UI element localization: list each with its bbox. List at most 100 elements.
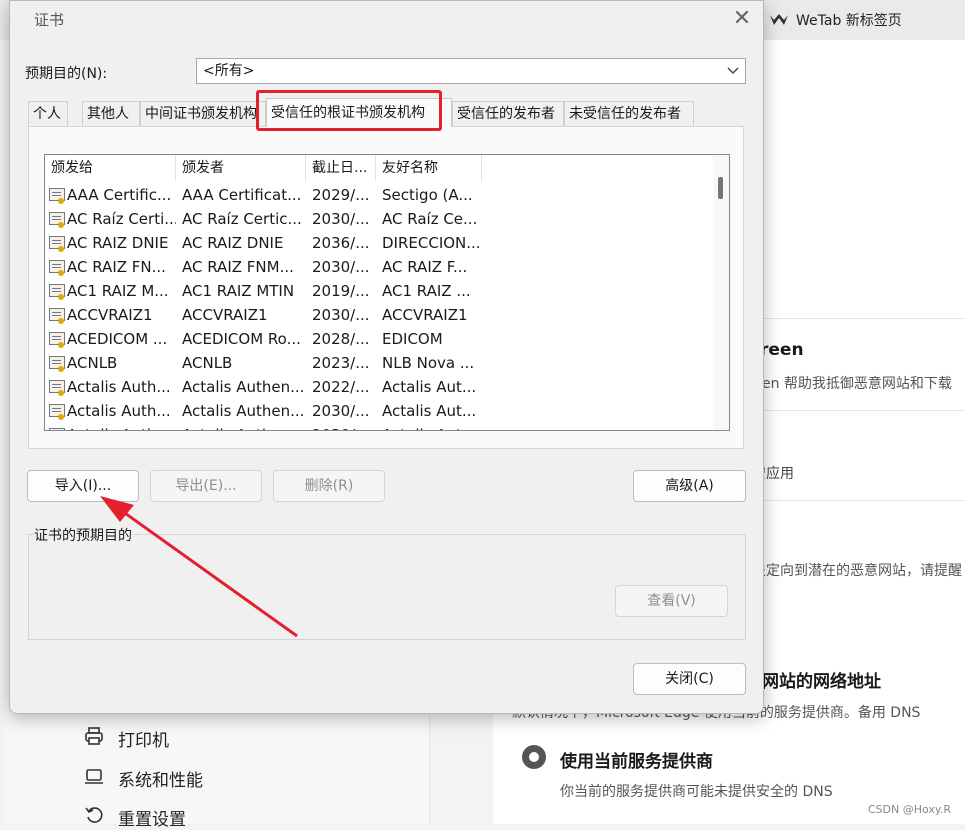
cell-expiration: 2030/...	[312, 306, 370, 324]
setting-heading-partial: reen	[760, 340, 804, 360]
sidebar-item-printers[interactable]: 打印机	[84, 726, 169, 751]
cell-friendly-name: Actalis Aut...	[382, 402, 477, 420]
tab-other-people[interactable]: 其他人	[82, 101, 140, 126]
cell-issued-to: AC1 RAIZ M...	[67, 282, 169, 300]
close-icon[interactable]: ✕	[730, 7, 754, 31]
cell-expiration: 2036/...	[312, 234, 370, 252]
chevron-down-icon	[727, 59, 739, 91]
cell-friendly-name: ACCVRAIZ1	[382, 306, 468, 324]
laptop-icon	[84, 766, 104, 791]
sidebar-item-reset[interactable]: 重置设置	[84, 805, 186, 830]
cell-issued-to: AC RAIZ DNIE	[67, 234, 169, 252]
printer-icon	[84, 726, 104, 751]
cell-issued-by: AC RAIZ FNM...	[182, 258, 294, 276]
cell-issued-by: ACEDICOM Ro...	[182, 330, 301, 348]
table-row[interactable]: ACEDICOM ... ACEDICOM Ro... 2028/... EDI…	[45, 327, 715, 351]
cell-issued-to: Actalis Auth...	[45, 423, 176, 430]
cell-issued-by: ACCVRAIZ1	[182, 306, 268, 324]
cell-expiration: 2030/...	[312, 258, 370, 276]
purpose-label: 预期目的(N):	[25, 66, 108, 82]
sidebar-item-label: 系统和性能	[118, 771, 203, 791]
cell-expiration: 2029/...	[312, 186, 370, 204]
cell-expiration: 2030/...	[312, 402, 370, 420]
table-row[interactable]: AC RAIZ DNIE AC RAIZ DNIE 2036/... DIREC…	[45, 231, 715, 255]
watermark: CSDN @Hoxy.R	[867, 803, 951, 816]
wetab-logo-icon	[770, 14, 788, 26]
tab-trusted-publishers[interactable]: 受信任的发布者	[452, 101, 564, 126]
column-header-issued-by[interactable]: 颁发者	[176, 155, 306, 181]
remove-button[interactable]: 删除(R)	[273, 470, 385, 502]
column-header-friendly-name[interactable]: 友好名称	[376, 155, 482, 181]
list-scrollbar[interactable]	[713, 155, 729, 430]
table-row[interactable]: AAA Certific... AAA Certificat... 2029/.…	[45, 183, 715, 207]
setting-desc-partial: en 帮助我抵御恶意网站和下载	[762, 376, 952, 392]
table-row[interactable]: ACNLB ACNLB 2023/... NLB Nova ...	[45, 351, 715, 375]
cell-friendly-name: EDICOM	[382, 330, 443, 348]
purpose-group-label: 证书的预期目的	[34, 525, 134, 545]
cell-friendly-name: NLB Nova ...	[382, 354, 475, 372]
cell-issued-to: ACCVRAIZ1	[67, 306, 153, 324]
advanced-button[interactable]: 高级(A)	[633, 470, 746, 502]
close-button[interactable]: 关闭(C)	[633, 663, 746, 695]
cell-issued-by: ACNLB	[182, 354, 233, 372]
tab-trusted-root-ca[interactable]: 受信任的根证书颁发机构	[266, 98, 452, 127]
table-row[interactable]: Actalis Auth... Actalis Authen... 2030/.…	[45, 423, 715, 430]
table-row[interactable]: ACCVRAIZ1 ACCVRAIZ1 2030/... ACCVRAIZ1	[45, 303, 715, 327]
scrollbar-thumb[interactable]	[718, 177, 723, 199]
cell-friendly-name: Actalis Aut...	[382, 378, 477, 396]
setting-desc-partial: 关定向到潜在的恶意网站，请提醒	[752, 563, 962, 579]
table-row[interactable]: Actalis Auth... Actalis Authen... 2022/.…	[45, 375, 715, 399]
address-bar[interactable]	[740, 40, 965, 83]
cell-issued-by: AC RAIZ DNIE	[182, 234, 284, 252]
cell-friendly-name: DIRECCION...	[382, 234, 481, 252]
table-row[interactable]: AC1 RAIZ M... AC1 RAIZ MTIN 2019/... AC1…	[45, 279, 715, 303]
certificates-dialog: 证书 ✕ 预期目的(N): <所有> 个人 其他人 中间证书颁发机构 受信任的根…	[9, 0, 764, 714]
divider	[740, 500, 965, 501]
cell-expiration: 2023/...	[312, 354, 370, 372]
export-button[interactable]: 导出(E)...	[150, 470, 262, 502]
browser-tab[interactable]: WeTab 新标签页	[770, 10, 902, 30]
cell-expiration: 2028/...	[312, 330, 370, 348]
cell-issued-by: AC Raíz Certic...	[182, 210, 302, 228]
cell-issued-by: AAA Certificat...	[182, 186, 302, 204]
sidebar-item-system[interactable]: 系统和性能	[84, 766, 203, 791]
cell-expiration: 2030/...	[306, 423, 376, 430]
cell-friendly-name: Sectigo (A...	[382, 186, 473, 204]
column-header-expiration[interactable]: 截止日...	[306, 155, 376, 181]
cell-issued-to: ACEDICOM ...	[67, 330, 168, 348]
settings-sidebar	[5, 700, 430, 824]
dns-option-desc: 你当前的服务提供商可能未提供安全的 DNS	[560, 784, 833, 800]
sidebar-item-label: 重置设置	[118, 810, 186, 830]
cell-issued-to: Actalis Auth...	[67, 402, 171, 420]
list-header: 颁发给 颁发者 截止日... 友好名称	[45, 155, 715, 181]
purpose-select[interactable]: <所有>	[196, 58, 746, 84]
cell-friendly-name: AC RAIZ F...	[382, 258, 468, 276]
cell-issued-by: Actalis Authen...	[182, 378, 305, 396]
table-row[interactable]: AC RAIZ FN... AC RAIZ FNM... 2030/... AC…	[45, 255, 715, 279]
import-button[interactable]: 导入(I)...	[27, 470, 139, 502]
table-row[interactable]: Actalis Auth... Actalis Authen... 2030/.…	[45, 399, 715, 423]
tab-personal[interactable]: 个人	[28, 101, 68, 126]
browser-tab-title: WeTab 新标签页	[796, 13, 902, 29]
dns-option-label: 使用当前服务提供商	[560, 752, 713, 772]
cell-issued-by: AC1 RAIZ MTIN	[182, 282, 295, 300]
reset-icon	[84, 805, 104, 830]
table-row[interactable]: AC Raíz Certi... AC Raíz Certic... 2030/…	[45, 207, 715, 231]
view-button[interactable]: 查看(V)	[615, 585, 728, 617]
purpose-value: <所有>	[203, 63, 255, 79]
cell-issued-by: Actalis Authen...	[176, 423, 306, 430]
cell-issued-to: AC RAIZ FN...	[67, 258, 166, 276]
divider	[740, 318, 965, 319]
dialog-title: 证书	[34, 11, 65, 29]
certificate-list[interactable]: 颁发给 颁发者 截止日... 友好名称 AAA Certific... AAA …	[44, 154, 730, 431]
cell-issued-to: Actalis Auth...	[67, 378, 171, 396]
tab-intermediate-ca[interactable]: 中间证书颁发机构	[140, 101, 266, 126]
cell-friendly-name: AC1 RAIZ ...	[382, 282, 471, 300]
column-header-issued-to[interactable]: 颁发给	[45, 155, 176, 181]
dns-radio-current-provider[interactable]	[522, 745, 546, 769]
cell-friendly-name: AC Raíz Ce...	[382, 210, 478, 228]
cell-friendly-name: Actalis Aut...	[376, 423, 482, 430]
tab-untrusted-publishers[interactable]: 未受信任的发布者	[564, 101, 694, 126]
cell-issued-by: Actalis Authen...	[182, 402, 305, 420]
cell-issued-to: ACNLB	[67, 354, 118, 372]
